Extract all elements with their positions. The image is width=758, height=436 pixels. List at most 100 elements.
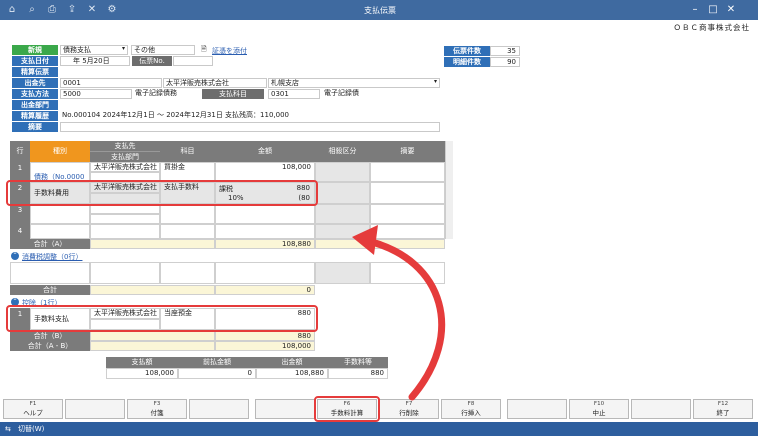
row4-account[interactable] bbox=[160, 224, 215, 239]
row3-kind[interactable] bbox=[30, 204, 90, 224]
f5-button[interactable] bbox=[255, 399, 315, 419]
minimize-button[interactable]: – bbox=[688, 3, 702, 17]
date-value: 年 5月20日 bbox=[73, 57, 110, 65]
window-title: 支払伝票 bbox=[364, 6, 396, 15]
f10-cancel-button[interactable]: F10 中止 bbox=[569, 399, 629, 419]
summary-header: 支払額 bbox=[106, 357, 178, 368]
col-amount: 金額 bbox=[215, 141, 315, 162]
date-field[interactable]: 年 5月20日 bbox=[60, 56, 130, 66]
chevron-down-icon: ▾ bbox=[122, 45, 126, 52]
delete-icon[interactable]: ✕ bbox=[86, 4, 98, 16]
tax-row-payee[interactable] bbox=[90, 262, 160, 284]
row3-amount[interactable] bbox=[215, 204, 315, 224]
row-number: 1 bbox=[10, 162, 30, 182]
row1-amount[interactable]: 108,000 bbox=[215, 162, 315, 182]
fkey-number: F3 bbox=[153, 401, 161, 407]
total-a-label: 合計（A） bbox=[10, 239, 90, 249]
row-number: 3 bbox=[10, 204, 30, 224]
fkey-label: 行挿入 bbox=[461, 409, 481, 417]
history-label: 精算履歴 bbox=[12, 111, 58, 121]
f11-button[interactable] bbox=[631, 399, 691, 419]
other-field[interactable]: その他 bbox=[131, 45, 195, 55]
col-kind: 種別 bbox=[30, 141, 90, 162]
row4-payee[interactable] bbox=[90, 224, 160, 239]
slip-type-select[interactable]: 債務支払 bbox=[60, 45, 128, 55]
print-icon[interactable]: ⎙ bbox=[46, 4, 58, 16]
highlight-fee-row bbox=[6, 180, 318, 206]
fkey-label: 終了 bbox=[716, 409, 730, 417]
tax-row-account[interactable] bbox=[160, 262, 215, 284]
total-b-blank bbox=[90, 331, 215, 341]
history-value: No.000104 2024年12月1日 ～ 2024年12月31日 支払残高：… bbox=[60, 111, 440, 121]
summary-value: 0 bbox=[178, 368, 256, 379]
row3-memo[interactable] bbox=[370, 204, 445, 224]
row3-account[interactable] bbox=[160, 204, 215, 224]
row4-kind[interactable] bbox=[30, 224, 90, 239]
account-name: 電子記録債 bbox=[322, 89, 440, 99]
status-bar: ⇆ 切替(W) bbox=[0, 422, 758, 436]
company-name: ＯＢＣ商事株式会社 bbox=[673, 23, 750, 32]
home-icon[interactable]: ⌂ bbox=[6, 4, 18, 16]
f12-exit-button[interactable]: F12 終了 bbox=[693, 399, 753, 419]
search-icon[interactable]: ⌕ bbox=[26, 4, 38, 16]
tax-row-kind[interactable] bbox=[10, 262, 90, 284]
attach-evidence-link[interactable]: 証憑を添付 bbox=[212, 46, 247, 56]
payee-label: 出金先 bbox=[12, 78, 58, 88]
col-row: 行 bbox=[10, 141, 30, 162]
fkey-number: F12 bbox=[717, 401, 729, 407]
tax-row-amount[interactable] bbox=[215, 262, 315, 284]
switch-icon: ⇆ bbox=[5, 425, 11, 433]
total-ab-blank bbox=[90, 341, 215, 351]
tax-total-blank bbox=[90, 285, 215, 295]
close-button[interactable]: ✕ bbox=[724, 3, 738, 17]
fkey-label: 行削除 bbox=[399, 409, 419, 417]
method-code-field[interactable]: 5000 bbox=[60, 89, 132, 99]
slip-no-label: 伝票No. bbox=[132, 56, 172, 66]
chevron-down-icon: ▾ bbox=[434, 78, 438, 85]
total-a-blank bbox=[90, 239, 215, 249]
maximize-button[interactable]: □ bbox=[706, 3, 720, 17]
total-b-value: 880 bbox=[215, 331, 315, 341]
fkey-number: F10 bbox=[593, 401, 605, 407]
settings-icon[interactable]: ⚙ bbox=[106, 4, 118, 16]
col-dept: 支払部門 bbox=[90, 151, 160, 162]
slip-count-label: 伝票件数 bbox=[444, 46, 490, 56]
dept-label: 出金部門 bbox=[12, 100, 58, 110]
collapse-icon[interactable]: ⌃ bbox=[11, 252, 19, 260]
total-b-label: 合計（B） bbox=[10, 331, 90, 341]
row3-offset bbox=[315, 204, 370, 224]
payee-name-field[interactable]: 太平洋販売株式会社 bbox=[163, 78, 267, 88]
account-code-field[interactable]: 0301 bbox=[268, 89, 320, 99]
method-name: 電子記録債務 bbox=[133, 89, 199, 99]
arrow-annotation bbox=[352, 225, 446, 401]
f3-sticky-button[interactable]: F3 付箋 bbox=[127, 399, 187, 419]
col-account: 科目 bbox=[160, 141, 215, 162]
row1-account[interactable]: 買掛金 bbox=[160, 162, 215, 182]
tax-total-value: 0 bbox=[215, 285, 315, 295]
slip-no-field[interactable] bbox=[173, 56, 213, 66]
switch-button[interactable]: 切替(W) bbox=[18, 425, 44, 433]
f9-button[interactable] bbox=[507, 399, 567, 419]
row2-offset bbox=[315, 182, 370, 204]
total-a-value: 108,880 bbox=[215, 239, 315, 249]
payee-branch-field[interactable]: 札幌支店 bbox=[268, 78, 440, 88]
memo-label: 摘要 bbox=[12, 122, 58, 132]
f1-help-button[interactable]: F1 ヘルプ bbox=[3, 399, 63, 419]
status-badge: 新規 bbox=[12, 45, 58, 55]
payee-code-field[interactable]: 0001 bbox=[60, 78, 162, 88]
f2-button[interactable] bbox=[65, 399, 125, 419]
f4-button[interactable] bbox=[189, 399, 249, 419]
fkey-number: F1 bbox=[29, 401, 37, 407]
fkey-label: 中止 bbox=[592, 409, 606, 417]
row4-amount[interactable] bbox=[215, 224, 315, 239]
row3-dept[interactable] bbox=[90, 214, 160, 224]
col-memo: 摘要 bbox=[370, 141, 445, 162]
row1-payee[interactable]: 太平洋販売株式会社 bbox=[90, 162, 160, 172]
row2-memo[interactable] bbox=[370, 182, 445, 204]
export-icon[interactable]: ⇪ bbox=[66, 4, 78, 16]
row1-memo[interactable] bbox=[370, 162, 445, 182]
memo-field[interactable] bbox=[60, 122, 440, 132]
col-offset: 相殺区分 bbox=[315, 141, 370, 162]
method-label: 支払方法 bbox=[12, 89, 58, 99]
tax-adjust-link[interactable]: 消費税調整（0行） bbox=[22, 252, 82, 262]
